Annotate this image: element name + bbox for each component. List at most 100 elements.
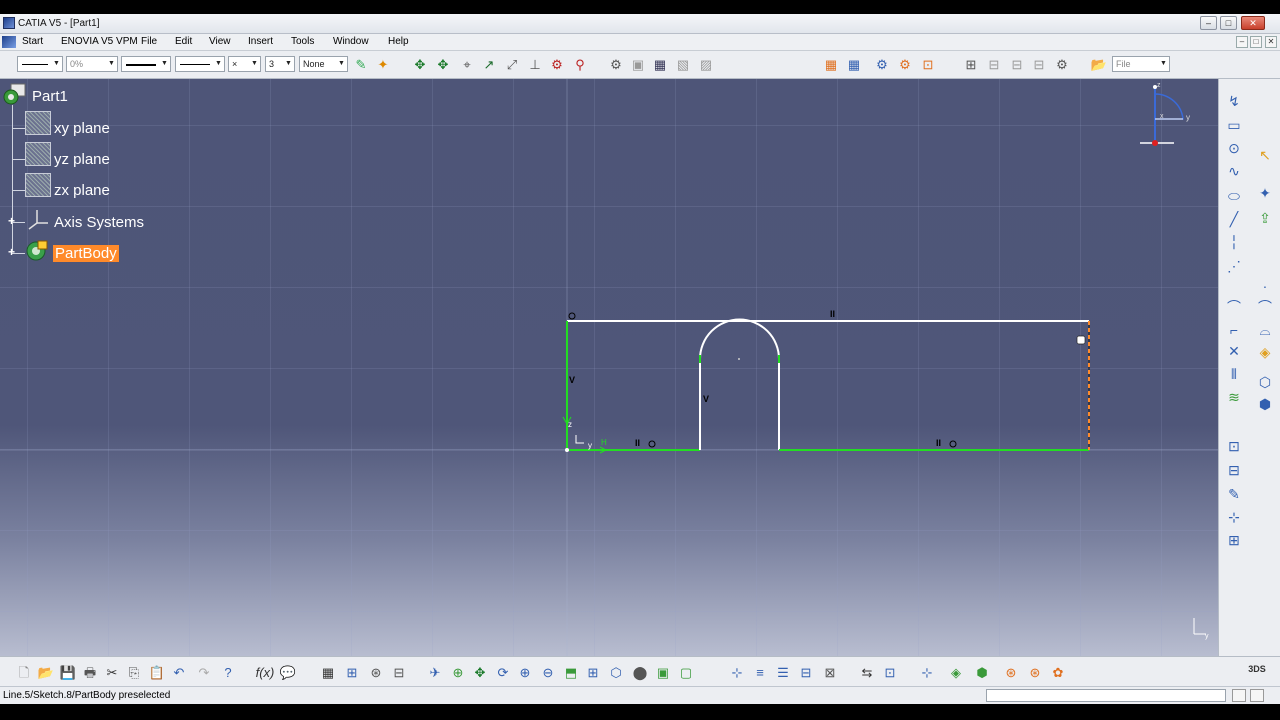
constraint-analysis-icon[interactable]: ≡: [750, 663, 770, 683]
status-button-1[interactable]: [1232, 689, 1246, 702]
select-icon[interactable]: ↖: [1255, 145, 1275, 165]
snap-grid-icon[interactable]: ▦: [845, 56, 863, 74]
update-icon[interactable]: ⇆: [857, 663, 877, 683]
multi-view-icon[interactable]: ⊞: [583, 663, 603, 683]
normal-view-icon[interactable]: ⬒: [561, 663, 581, 683]
spline-icon[interactable]: ∿: [1224, 161, 1244, 181]
workbench-icon-1[interactable]: ⊛: [1001, 663, 1021, 683]
zoom-out-icon[interactable]: ⊖: [538, 663, 558, 683]
view-icon-1[interactable]: ⊟: [985, 56, 1003, 74]
3d-viewport[interactable]: II II II V V H z y Part1 xy plane yz pla…: [0, 79, 1218, 656]
copy-icon[interactable]: ⎘: [124, 663, 144, 683]
menu-enovia[interactable]: ENOVIA V5 VPM: [61, 36, 138, 47]
transform-icon[interactable]: ⬡: [1255, 372, 1275, 392]
compass-widget[interactable]: z y x: [1130, 79, 1210, 154]
menu-edit[interactable]: Edit: [175, 36, 192, 47]
arc-icon[interactable]: ⌒: [1255, 297, 1275, 317]
iso-view-icon[interactable]: ⬡: [606, 663, 626, 683]
sketch-icon[interactable]: ✦: [1255, 183, 1275, 203]
layer-filter-icon[interactable]: ◈: [946, 663, 966, 683]
fly-icon[interactable]: ✈: [425, 663, 445, 683]
close-button[interactable]: ✕: [1241, 16, 1265, 30]
select-tool-icon[interactable]: ⊹: [917, 663, 937, 683]
circle-icon[interactable]: ⊙: [1224, 138, 1244, 158]
layout-icon[interactable]: ⊞: [962, 56, 980, 74]
swap-space-icon[interactable]: ▢: [676, 663, 696, 683]
view-icon-2[interactable]: ⊟: [1008, 56, 1026, 74]
constraint-box-icon[interactable]: ⊡: [1224, 436, 1244, 456]
video-icon[interactable]: ▨: [697, 56, 715, 74]
paste-icon[interactable]: 📋: [147, 663, 167, 683]
rotate-icon[interactable]: ✥: [434, 56, 452, 74]
album-icon[interactable]: ▧: [674, 56, 692, 74]
expand-axis-systems-icon[interactable]: +: [6, 215, 17, 227]
brush-icon[interactable]: ✦: [374, 56, 392, 74]
save-icon[interactable]: 💾: [58, 663, 78, 683]
print-icon[interactable]: 🖶: [80, 663, 100, 683]
parameters-icon[interactable]: ⊟: [796, 663, 816, 683]
menu-window[interactable]: Window: [333, 36, 369, 47]
hierarchy-icon[interactable]: ⊛: [366, 663, 386, 683]
construction-icon[interactable]: ⚙: [873, 56, 891, 74]
open-file-icon[interactable]: 📂: [36, 663, 56, 683]
new-file-icon[interactable]: 🗋: [14, 663, 34, 683]
analysis-icon[interactable]: ⊞: [1224, 530, 1244, 550]
project-icon[interactable]: ≋: [1224, 387, 1244, 407]
redo-icon[interactable]: ↷: [194, 663, 214, 683]
list-icon[interactable]: ☰: [773, 663, 793, 683]
corner-icon[interactable]: ⌒: [1224, 297, 1244, 317]
view-icon-3[interactable]: ⊟: [1030, 56, 1048, 74]
ellipse-icon[interactable]: ⬭: [1224, 186, 1244, 206]
mirror-icon[interactable]: ⫴: [1224, 364, 1244, 384]
contact-icon[interactable]: ⊟: [1224, 460, 1244, 480]
doc-minimize-button[interactable]: –: [1236, 36, 1248, 48]
dot-icon[interactable]: ·: [1255, 276, 1275, 296]
power-input-field[interactable]: [986, 689, 1226, 702]
dimensional-constraints-icon[interactable]: ⊡: [919, 56, 937, 74]
point-type-combo[interactable]: × ▼: [228, 56, 261, 72]
offset-icon[interactable]: ◈: [1255, 342, 1275, 362]
image-icon[interactable]: ▣: [629, 56, 647, 74]
painter-icon[interactable]: ✎: [352, 56, 370, 74]
line-icon[interactable]: ╱: [1224, 209, 1244, 229]
sketch-analysis-icon[interactable]: ⊹: [727, 663, 747, 683]
linetype-combo[interactable]: ▼: [175, 56, 225, 72]
fix-icon[interactable]: ⚲: [571, 56, 589, 74]
grid-icon[interactable]: ▦: [822, 56, 840, 74]
doc-close-button[interactable]: ✕: [1265, 36, 1277, 48]
snap-icon[interactable]: ⌖: [458, 56, 476, 74]
view-mode-icon[interactable]: ⬢: [972, 663, 992, 683]
axis-icon[interactable]: ⊥: [526, 56, 544, 74]
tree-icon[interactable]: ⊞: [342, 663, 362, 683]
workbench-icon-3[interactable]: ✿: [1048, 663, 1068, 683]
doc-restore-button[interactable]: □: [1250, 36, 1262, 48]
3d-element-icon[interactable]: ⬢: [1255, 394, 1275, 414]
whats-this-icon[interactable]: ?: [218, 663, 238, 683]
pan-icon[interactable]: ✥: [411, 56, 429, 74]
menu-help[interactable]: Help: [388, 36, 409, 47]
hide-show-icon[interactable]: ▣: [653, 663, 673, 683]
manipulate-icon[interactable]: ⊟: [389, 663, 409, 683]
formula-icon[interactable]: f(x): [255, 663, 275, 683]
catalog-browser-icon[interactable]: ⊠: [820, 663, 840, 683]
menu-file[interactable]: File: [141, 36, 157, 47]
profile-icon[interactable]: ↯: [1224, 91, 1244, 111]
undo-icon[interactable]: ↶: [169, 663, 189, 683]
layer-number-combo[interactable]: 3 ▼: [265, 56, 295, 72]
fit-all-icon[interactable]: ⊕: [448, 663, 468, 683]
rectangle-icon[interactable]: ▭: [1224, 115, 1244, 135]
menu-insert[interactable]: Insert: [248, 36, 273, 47]
edit-icon[interactable]: ✎: [1224, 484, 1244, 504]
rotate-view-icon[interactable]: ⟳: [493, 663, 513, 683]
workbench-icon-2[interactable]: ⊛: [1025, 663, 1045, 683]
shading-icon[interactable]: ⬤: [630, 663, 650, 683]
compass-tool-icon[interactable]: ↗: [480, 56, 498, 74]
comment-icon[interactable]: 💬: [278, 663, 298, 683]
pan-view-icon[interactable]: ✥: [470, 663, 490, 683]
color-combo[interactable]: ▼: [17, 56, 63, 72]
trim-icon[interactable]: ✕: [1224, 341, 1244, 361]
measure-icon[interactable]: ⤢: [503, 56, 521, 74]
point-icon[interactable]: ⋰: [1224, 256, 1244, 276]
minimize-button[interactable]: –: [1200, 16, 1217, 30]
capture-icon[interactable]: ▦: [651, 56, 669, 74]
